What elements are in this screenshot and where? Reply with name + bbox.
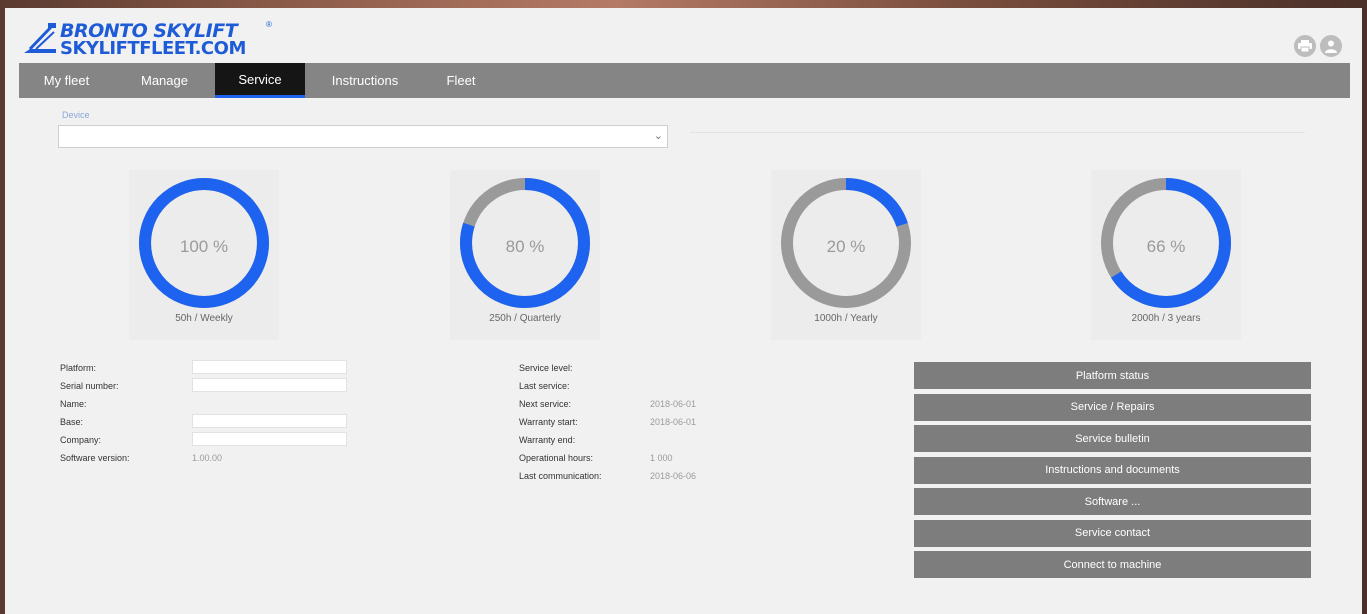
gauge-percent: 80 %: [505, 237, 545, 256]
service-level-label: Service level:: [519, 363, 573, 373]
base-field: [192, 414, 347, 428]
action-buttons: Platform status Service / Repairs Servic…: [914, 362, 1311, 583]
info-row-base: Base:: [60, 414, 360, 432]
brand-site: SKYLIFTFLEET.COM: [60, 38, 246, 59]
user-icon[interactable]: [1320, 35, 1342, 57]
device-select[interactable]: ⌄: [58, 125, 668, 148]
company-label: Company:: [60, 435, 102, 445]
info-row-warranty-end: Warranty end:: [519, 432, 779, 450]
serial-field: [192, 378, 347, 392]
warranty-start-label: Warranty start:: [519, 417, 578, 427]
platform-label: Platform:: [60, 363, 97, 373]
connect-to-machine-button[interactable]: Connect to machine: [914, 551, 1311, 578]
gauge-weekly: 100 % 50h / Weekly: [129, 170, 279, 340]
info-row-last-service: Last service:: [519, 378, 779, 396]
instructions-documents-button[interactable]: Instructions and documents: [914, 456, 1311, 484]
service-info: Service level: Last service: Next servic…: [519, 360, 779, 486]
service-repairs-button[interactable]: Service / Repairs: [914, 393, 1311, 421]
gauge-caption: 2000h / 3 years: [1131, 313, 1201, 324]
platform-status-button[interactable]: Platform status: [914, 362, 1311, 389]
boom-lift-icon: [24, 23, 56, 53]
info-row-name: Name:: [60, 396, 360, 414]
warranty-end-label: Warranty end:: [519, 435, 576, 445]
tab-fleet[interactable]: Fleet: [425, 63, 497, 98]
gauge-percent: 66 %: [1146, 237, 1186, 256]
brand-logo[interactable]: BRONTO SKYLIFT SKYLIFTFLEET.COM ®: [22, 18, 272, 60]
operational-hours-value: 1 000: [650, 453, 673, 463]
warranty-start-value: 2018-06-01: [650, 417, 697, 427]
tab-service[interactable]: Service: [215, 63, 305, 98]
main-nav: My fleet Manage Service Instructions Fle…: [19, 63, 1350, 98]
name-label: Name:: [60, 399, 87, 409]
software-value: 1.00.00: [192, 453, 223, 463]
service-bulletin-button[interactable]: Service bulletin: [914, 425, 1311, 452]
last-communication-value: 2018-06-06: [650, 471, 697, 481]
gauge-yearly: 20 % 1000h / Yearly: [771, 170, 921, 340]
operational-hours-label: Operational hours:: [519, 453, 594, 463]
software-button[interactable]: Software ...: [914, 488, 1311, 515]
info-row-warranty-start: Warranty start: 2018-06-01: [519, 414, 779, 432]
next-service-value: 2018-06-01: [650, 399, 697, 409]
info-row-operational-hours: Operational hours: 1 000: [519, 450, 779, 468]
last-communication-label: Last communication:: [519, 471, 602, 481]
company-field: [192, 432, 347, 446]
gauge-caption: 50h / Weekly: [175, 313, 233, 324]
next-service-label: Next service:: [519, 399, 572, 409]
gauge-3-years: 66 % 2000h / 3 years: [1091, 170, 1241, 340]
tab-manage[interactable]: Manage: [114, 63, 215, 98]
gauge-caption: 1000h / Yearly: [814, 313, 878, 324]
info-row-next-service: Next service: 2018-06-01: [519, 396, 779, 414]
divider: [690, 132, 1305, 133]
serial-label: Serial number:: [60, 381, 119, 391]
platform-info: Platform: Serial number: Name: Base: Com…: [60, 360, 360, 468]
tab-instructions[interactable]: Instructions: [305, 63, 425, 98]
base-label: Base:: [60, 417, 84, 427]
info-row-service-level: Service level:: [519, 360, 779, 378]
service-contact-button[interactable]: Service contact: [914, 519, 1311, 547]
main-panel: BRONTO SKYLIFT SKYLIFTFLEET.COM ® My fle…: [5, 8, 1362, 614]
gauge-percent: 100 %: [179, 237, 229, 256]
gauge-percent: 20 %: [826, 237, 866, 256]
print-icon[interactable]: [1294, 35, 1316, 57]
info-row-software: Software version: 1.00.00: [60, 450, 360, 468]
registered-mark: ®: [266, 20, 272, 29]
header-icons: [1294, 35, 1342, 57]
gauge-quarterly: 80 % 250h / Quarterly: [450, 170, 600, 340]
platform-field: [192, 360, 347, 374]
info-row-platform: Platform:: [60, 360, 360, 378]
device-label: Device: [62, 110, 90, 120]
info-row-company: Company:: [60, 432, 360, 450]
software-label: Software version:: [60, 453, 130, 463]
chevron-down-icon[interactable]: ⌄: [654, 129, 663, 142]
tab-my-fleet[interactable]: My fleet: [19, 63, 114, 98]
info-row-last-communication: Last communication: 2018-06-06: [519, 468, 779, 486]
gauge-caption: 250h / Quarterly: [489, 313, 561, 324]
last-service-label: Last service:: [519, 381, 570, 391]
info-row-serial: Serial number:: [60, 378, 360, 396]
